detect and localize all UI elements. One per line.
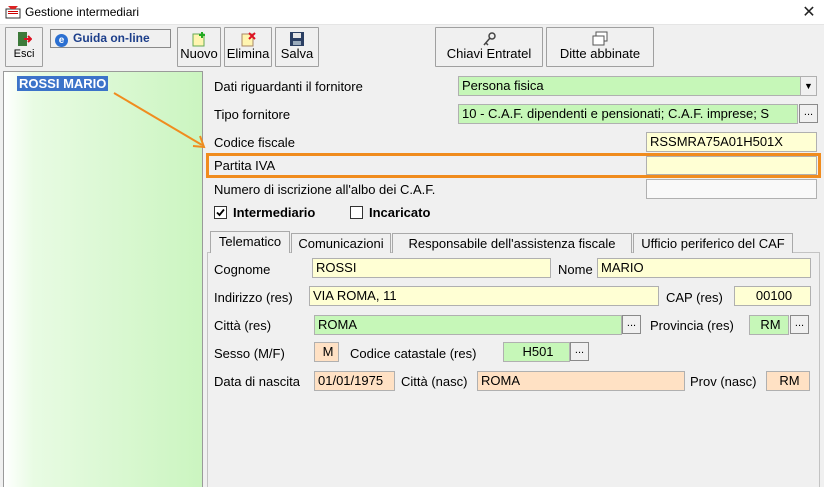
partita-iva-label: Partita IVA bbox=[214, 158, 276, 173]
codice-catastale-label: Codice catastale (res) bbox=[350, 346, 477, 361]
citta-res-label: Città (res) bbox=[214, 318, 272, 333]
citta-nasc-label: Città (nasc) bbox=[401, 374, 468, 389]
salva-label: Salva bbox=[280, 46, 314, 61]
sesso-field[interactable]: M bbox=[314, 342, 339, 362]
tipo-fornitore-browse-button[interactable]: ... bbox=[799, 104, 818, 123]
guida-label: Guida on-line bbox=[73, 31, 150, 45]
dati-fornitore-select[interactable]: Persona fisica ▼ bbox=[458, 76, 817, 96]
checkmark-icon bbox=[216, 208, 225, 217]
chiavi-entratel-button[interactable]: Chiavi Entratel bbox=[435, 27, 543, 67]
esci-label: Esci bbox=[13, 48, 35, 60]
exit-icon bbox=[18, 32, 32, 46]
nome-label: Nome bbox=[558, 262, 593, 277]
cap-label: CAP (res) bbox=[666, 290, 723, 305]
prov-nasc-label: Prov (nasc) bbox=[690, 374, 757, 389]
albo-caf-field[interactable] bbox=[646, 179, 817, 199]
list-item[interactable]: ROSSI MARIO bbox=[17, 76, 109, 91]
annotation-arrow bbox=[113, 92, 206, 149]
save-disk-icon bbox=[290, 32, 304, 46]
close-icon[interactable]: ✕ bbox=[796, 2, 822, 24]
codice-fiscale-field[interactable]: RSSMRA75A01H501X bbox=[646, 132, 817, 152]
citta-res-field[interactable]: ROMA bbox=[314, 315, 622, 335]
indirizzo-label: Indirizzo (res) bbox=[214, 290, 293, 305]
elimina-label: Elimina bbox=[226, 46, 270, 61]
tab-ufficio-periferico[interactable]: Ufficio periferico del CAF bbox=[633, 233, 793, 253]
new-icon bbox=[192, 32, 205, 47]
prov-nasc-field[interactable]: RM bbox=[766, 371, 810, 391]
cap-field[interactable]: 00100 bbox=[734, 286, 811, 306]
title-bar: Gestione intermediari ✕ bbox=[0, 0, 824, 25]
chiavi-label: Chiavi Entratel bbox=[446, 46, 532, 61]
dati-fornitore-value: Persona fisica bbox=[462, 78, 544, 93]
chevron-down-icon[interactable]: ▼ bbox=[800, 77, 816, 95]
window-title: Gestione intermediari bbox=[25, 5, 140, 19]
tipo-fornitore-label: Tipo fornitore bbox=[214, 107, 291, 122]
ditte-label: Ditte abbinate bbox=[559, 46, 641, 61]
citta-res-browse-button[interactable]: ... bbox=[622, 315, 641, 334]
codice-fiscale-label: Codice fiscale bbox=[214, 135, 295, 150]
key-icon bbox=[483, 32, 496, 46]
sesso-label: Sesso (M/F) bbox=[214, 346, 285, 361]
partita-iva-field[interactable] bbox=[646, 156, 817, 175]
esci-button[interactable]: Esci bbox=[5, 27, 43, 67]
app-icon bbox=[5, 6, 21, 19]
citta-nasc-field[interactable]: ROMA bbox=[477, 371, 685, 391]
nuovo-label: Nuovo bbox=[180, 46, 218, 61]
tipo-fornitore-value: 10 - C.A.F. dipendenti e pensionati; C.A… bbox=[462, 106, 770, 121]
tab-comunicazioni[interactable]: Comunicazioni bbox=[291, 233, 391, 253]
guida-online-button[interactable]: e Guida on-line bbox=[50, 29, 171, 48]
cognome-label: Cognome bbox=[214, 262, 271, 277]
ie-icon: e bbox=[55, 34, 68, 47]
indirizzo-field[interactable]: VIA ROMA, 11 bbox=[309, 286, 659, 306]
tab-telematico[interactable]: Telematico bbox=[210, 231, 290, 253]
tab-responsabile[interactable]: Responsabile dell'assistenza fiscale bbox=[392, 233, 632, 253]
provincia-field[interactable]: RM bbox=[749, 315, 789, 335]
provincia-browse-button[interactable]: ... bbox=[790, 315, 809, 334]
windows-icon bbox=[592, 31, 608, 46]
nuovo-button[interactable]: Nuovo bbox=[177, 27, 221, 67]
nome-field[interactable]: MARIO bbox=[597, 258, 811, 278]
delete-icon bbox=[241, 32, 256, 47]
provincia-label: Provincia (res) bbox=[650, 318, 734, 333]
intermediario-label: Intermediario bbox=[233, 205, 316, 220]
albo-caf-label: Numero di iscrizione all'albo dei C.A.F. bbox=[214, 182, 436, 197]
dati-fornitore-label: Dati riguardanti il fornitore bbox=[214, 79, 363, 94]
codice-catastale-field[interactable]: H501 bbox=[503, 342, 570, 362]
elimina-button[interactable]: Elimina bbox=[224, 27, 272, 67]
incaricato-checkbox[interactable] bbox=[350, 206, 363, 219]
ditte-abbinate-button[interactable]: Ditte abbinate bbox=[546, 27, 654, 67]
data-nascita-label: Data di nascita bbox=[214, 374, 300, 389]
incaricato-label: Incaricato bbox=[369, 205, 431, 220]
data-nascita-field[interactable]: 01/01/1975 bbox=[314, 371, 395, 391]
cognome-field[interactable]: ROSSI bbox=[312, 258, 551, 278]
intermediario-checkbox[interactable] bbox=[214, 206, 227, 219]
codice-catastale-browse-button[interactable]: ... bbox=[570, 342, 589, 361]
tipo-fornitore-field[interactable]: 10 - C.A.F. dipendenti e pensionati; C.A… bbox=[458, 104, 798, 124]
salva-button[interactable]: Salva bbox=[275, 27, 319, 67]
